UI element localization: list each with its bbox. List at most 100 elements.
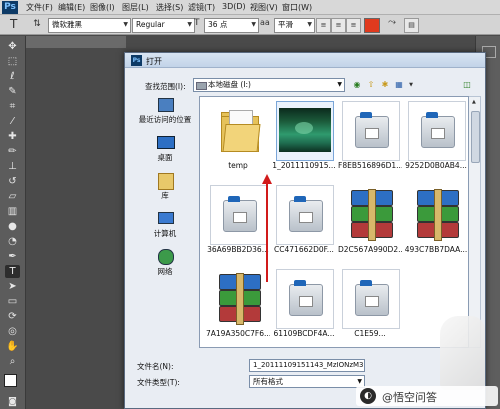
- file-item[interactable]: D2C567A990D2...: [338, 185, 402, 269]
- font-size-select[interactable]: 36 点 ▼: [204, 18, 259, 33]
- path-select-tool-icon[interactable]: ➤: [5, 280, 20, 293]
- chevron-down-icon[interactable]: ▼: [405, 79, 417, 91]
- archive-icon: [351, 189, 393, 241]
- filename-label: 文件名(N):: [137, 362, 174, 371]
- align-left-button[interactable]: ≡: [316, 18, 331, 33]
- hand-tool-icon[interactable]: ✋: [5, 340, 20, 353]
- chevron-down-icon: ▼: [337, 81, 342, 88]
- filetype-label: 文件类型(T):: [137, 378, 180, 387]
- file-item[interactable]: F8EB516896D1...: [338, 101, 402, 185]
- eyedropper-tool-icon[interactable]: ⁄: [5, 115, 20, 128]
- warp-text-icon[interactable]: ⤳: [388, 17, 396, 28]
- file-name: 9252D0B0AB4...: [405, 161, 467, 170]
- foreground-color-swatch[interactable]: [4, 374, 17, 387]
- marquee-tool-icon[interactable]: ⬚: [5, 55, 20, 68]
- blur-tool-icon[interactable]: ●: [5, 220, 20, 233]
- file-list-scrollbar[interactable]: ▲: [469, 96, 481, 348]
- place-network[interactable]: 网络: [129, 249, 201, 277]
- watermark-text: @悟空问答: [382, 391, 437, 404]
- file-item[interactable]: 9252D0B0AB4...: [404, 101, 468, 185]
- place-library[interactable]: 库: [129, 173, 201, 201]
- menu-edit[interactable]: 编辑(E): [58, 2, 85, 13]
- font-family-select[interactable]: 微软雅黑 ▼: [48, 18, 131, 33]
- chevron-down-icon: ▼: [187, 21, 192, 28]
- package-icon: [355, 112, 389, 148]
- file-item[interactable]: 493C7BB7DAA...: [404, 185, 468, 269]
- place-recent[interactable]: 最近访问的位置: [129, 97, 201, 125]
- look-in-label: 查找范围(I):: [145, 82, 186, 91]
- dialog-title: 打开: [146, 57, 162, 66]
- crop-tool-icon[interactable]: ⌗: [5, 100, 20, 113]
- file-thumbnail: [408, 101, 466, 161]
- chevron-down-icon: ▼: [123, 21, 128, 28]
- text-orientation-icon[interactable]: ⇅: [30, 18, 44, 31]
- file-thumbnail: [210, 101, 268, 161]
- font-size-value: 36 点: [208, 20, 228, 29]
- lasso-tool-icon[interactable]: ℓ: [5, 70, 20, 83]
- places-bar: 最近访问的位置 桌面 库 计算机 网络: [129, 97, 201, 297]
- align-center-button[interactable]: ≡: [331, 18, 346, 33]
- type-tool-icon[interactable]: T: [5, 265, 20, 278]
- shape-tool-icon[interactable]: ▭: [5, 295, 20, 308]
- back-icon[interactable]: ◉: [351, 79, 363, 91]
- pen-tool-icon[interactable]: ✒: [5, 250, 20, 263]
- package-icon: [421, 112, 455, 148]
- up-folder-icon[interactable]: ⇧: [365, 79, 377, 91]
- chevron-down-icon: ▼: [307, 21, 312, 28]
- menu-filter[interactable]: 滤镜(T): [188, 2, 215, 13]
- healing-brush-tool-icon[interactable]: ✚: [5, 130, 20, 143]
- gradient-tool-icon[interactable]: ▥: [5, 205, 20, 218]
- filename-input[interactable]: 1_20111109151143_MzIONzM3N: [249, 359, 365, 372]
- computer-icon: [156, 211, 174, 226]
- view-menu-icon[interactable]: ▦: [393, 79, 405, 91]
- font-family-value: 微软雅黑: [52, 20, 82, 29]
- menu-select[interactable]: 选择(S): [156, 2, 183, 13]
- file-item[interactable]: C1E59...: [338, 269, 402, 347]
- antialias-select[interactable]: 平滑 ▼: [274, 18, 315, 33]
- photoshop-logo: Ps: [2, 1, 18, 14]
- 3d-camera-tool-icon[interactable]: ◎: [5, 325, 20, 338]
- zoom-tool-icon[interactable]: ⌕: [5, 355, 20, 368]
- look-in-select[interactable]: 本地磁盘 (I:) ▼: [193, 78, 345, 92]
- preview-icon[interactable]: ◫: [461, 79, 473, 91]
- file-name: 493C7BB7DAA...: [404, 245, 468, 254]
- type-tool-icon[interactable]: T: [10, 17, 17, 31]
- open-file-dialog: Ps 打开 查找范围(I): 本地磁盘 (I:) ▼ ◉ ⇧ ✱ ▦ ▼ ◫ 最…: [124, 52, 486, 409]
- quick-select-tool-icon[interactable]: ✎: [5, 85, 20, 98]
- text-color-swatch[interactable]: [364, 18, 380, 33]
- scroll-up-icon[interactable]: ▲: [472, 99, 476, 105]
- dialog-title-bar: Ps 打开: [125, 53, 485, 68]
- file-item-folder[interactable]: temp: [206, 101, 270, 185]
- character-panel-button[interactable]: ▤: [404, 18, 419, 33]
- look-in-value: 本地磁盘 (I:): [208, 80, 251, 89]
- antialias-value: 平滑: [278, 20, 293, 29]
- place-computer[interactable]: 计算机: [129, 211, 201, 239]
- eraser-tool-icon[interactable]: ▱: [5, 190, 20, 203]
- menu-view[interactable]: 视图(V): [250, 2, 278, 13]
- quick-mask-icon[interactable]: ◙: [5, 396, 20, 409]
- red-arrow-annotation: [262, 174, 272, 282]
- new-folder-icon[interactable]: ✱: [379, 79, 391, 91]
- menu-file[interactable]: 文件(F): [26, 2, 53, 13]
- place-label: 库: [161, 191, 169, 200]
- 3d-rotate-tool-icon[interactable]: ⟳: [5, 310, 20, 323]
- clone-stamp-tool-icon[interactable]: ⊥: [5, 160, 20, 173]
- document-area: [26, 36, 126, 48]
- filetype-select[interactable]: 所有格式 ▼: [249, 375, 365, 388]
- align-right-button[interactable]: ≡: [346, 18, 361, 33]
- file-name: 61109BCDF4A...: [273, 329, 335, 338]
- scrollbar-thumb[interactable]: [471, 111, 480, 163]
- menu-window[interactable]: 窗口(W): [282, 2, 312, 13]
- menu-3d[interactable]: 3D(D): [222, 2, 246, 11]
- library-icon: [156, 173, 174, 190]
- menu-image[interactable]: 图像(I): [90, 2, 115, 13]
- font-size-icon: T: [194, 18, 200, 28]
- menu-layer[interactable]: 图层(L): [122, 2, 149, 13]
- place-desktop[interactable]: 桌面: [129, 135, 201, 163]
- dodge-tool-icon[interactable]: ◔: [5, 235, 20, 248]
- history-brush-tool-icon[interactable]: ↺: [5, 175, 20, 188]
- font-style-select[interactable]: Regular ▼: [132, 18, 195, 33]
- move-tool-icon[interactable]: ✥: [5, 40, 20, 53]
- brush-tool-icon[interactable]: ✏: [5, 145, 20, 158]
- file-item-photo[interactable]: 1_2011110915...: [272, 101, 336, 185]
